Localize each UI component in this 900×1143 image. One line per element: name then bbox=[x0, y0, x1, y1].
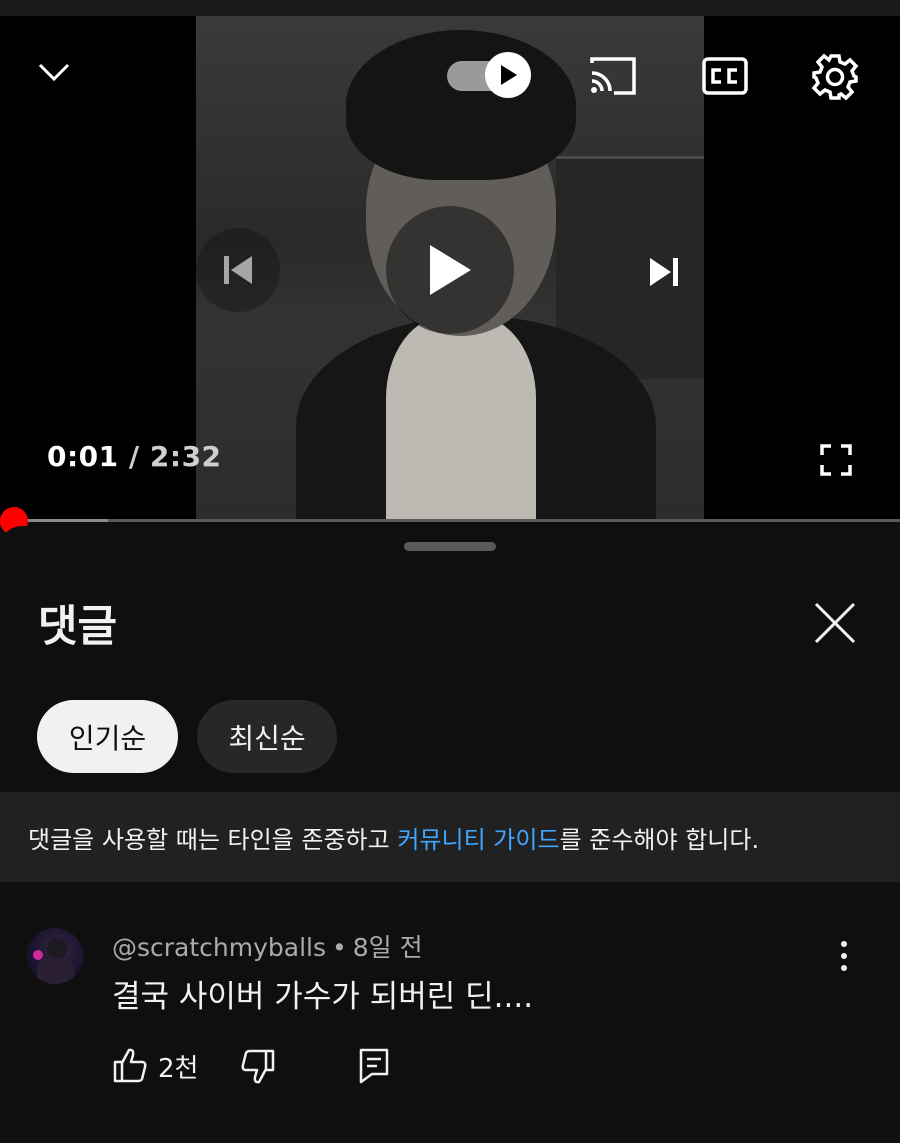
notice-text-after: 를 준수해야 합니다. bbox=[559, 825, 760, 854]
comment-meta: @scratchmyballs • 8일 전 bbox=[112, 928, 423, 964]
more-vert-icon bbox=[841, 941, 847, 971]
chip-popular[interactable]: 인기순 bbox=[37, 700, 178, 773]
next-icon bbox=[650, 258, 678, 286]
comment-age: 8일 전 bbox=[352, 933, 423, 962]
minimize-button[interactable] bbox=[30, 50, 78, 94]
video-player[interactable]: 0:01 / 2:32 bbox=[0, 0, 900, 522]
current-time: 0:01 bbox=[47, 440, 119, 473]
notice-text-before: 댓글을 사용할 때는 타인을 존중하고 bbox=[28, 825, 398, 854]
status-bar bbox=[0, 0, 900, 16]
community-guidelines-link[interactable]: 커뮤니티 가이드 bbox=[397, 826, 559, 854]
fullscreen-icon bbox=[820, 444, 852, 476]
time-separator: / bbox=[128, 440, 140, 473]
comments-sheet: 댓글 인기순 최신순 댓글을 사용할 때는 타인을 존중하고 커뮤니티 가이드를… bbox=[0, 526, 900, 1143]
progress-bar[interactable] bbox=[0, 519, 900, 522]
time-display: 0:01 / 2:32 bbox=[47, 440, 222, 473]
fullscreen-button[interactable] bbox=[814, 440, 858, 480]
comment-author[interactable]: @scratchmyballs bbox=[112, 933, 326, 962]
cc-icon bbox=[702, 57, 748, 95]
previous-icon bbox=[224, 256, 252, 284]
play-button[interactable] bbox=[386, 206, 514, 334]
close-icon bbox=[814, 602, 856, 644]
previous-button[interactable] bbox=[196, 228, 280, 312]
cast-button[interactable] bbox=[586, 54, 640, 98]
reply-icon bbox=[359, 1048, 389, 1084]
duration: 2:32 bbox=[149, 440, 222, 473]
thumbs-down-icon bbox=[241, 1049, 275, 1084]
like-button[interactable] bbox=[112, 1045, 148, 1085]
like-count: 2천 bbox=[158, 1054, 199, 1084]
meta-dot: • bbox=[332, 933, 347, 962]
next-button[interactable] bbox=[622, 230, 706, 314]
dislike-button[interactable] bbox=[240, 1047, 276, 1087]
chevron-down-icon bbox=[38, 63, 70, 82]
captions-button[interactable] bbox=[700, 54, 750, 98]
autoplay-toggle[interactable] bbox=[447, 52, 531, 100]
close-button[interactable] bbox=[812, 600, 858, 646]
thumbs-up-icon bbox=[113, 1048, 147, 1083]
reply-button[interactable] bbox=[356, 1045, 392, 1085]
avatar[interactable] bbox=[27, 928, 83, 984]
settings-button[interactable] bbox=[808, 50, 862, 104]
play-icon bbox=[430, 245, 471, 295]
chip-newest[interactable]: 최신순 bbox=[197, 700, 337, 773]
sheet-title: 댓글 bbox=[38, 602, 118, 652]
gear-icon bbox=[811, 53, 859, 101]
drag-handle[interactable] bbox=[404, 542, 496, 551]
more-button[interactable] bbox=[828, 936, 860, 976]
play-icon bbox=[501, 65, 517, 85]
community-notice: 댓글을 사용할 때는 타인을 존중하고 커뮤니티 가이드를 준수해야 합니다. bbox=[0, 792, 900, 882]
comment-text: 결국 사이버 가수가 되버린 딘.... bbox=[112, 979, 534, 1015]
cast-icon bbox=[590, 57, 636, 95]
